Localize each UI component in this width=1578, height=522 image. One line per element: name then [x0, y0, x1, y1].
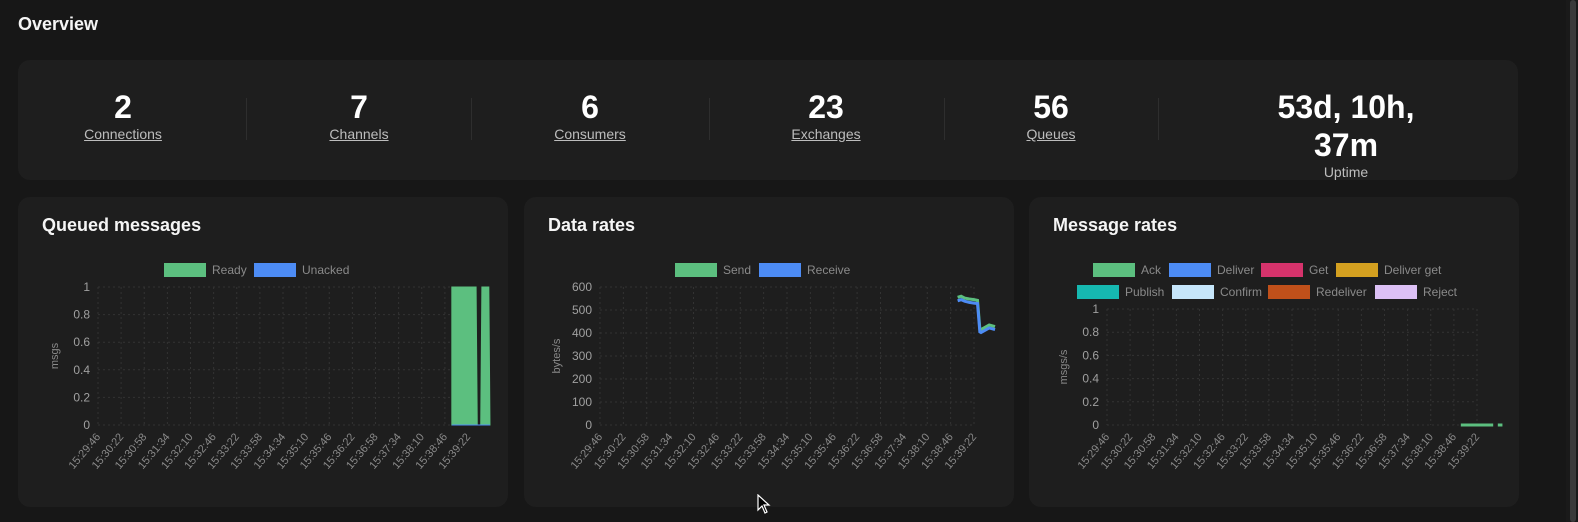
legend-label: Reject: [1423, 285, 1458, 299]
y-axis-label: bytes/s: [551, 338, 563, 373]
y-tick-label: 0.4: [1082, 372, 1099, 386]
y-tick-label: 200: [572, 372, 592, 386]
y-tick-label: 0.8: [73, 308, 90, 322]
y-tick-label: 0.2: [73, 390, 90, 404]
stat-uptime: 53d, 10h, 37m Uptime: [1260, 88, 1432, 180]
stats-card: 2 Connections 7 Channels 6 Consumers 23 …: [18, 60, 1518, 180]
legend-label: Deliver get: [1384, 263, 1442, 277]
stat-value: 56: [1033, 89, 1069, 125]
queued-messages-chart: Ready Unacked00.20.40.60.8115:29:4615:30:…: [49, 263, 491, 472]
scrollbar[interactable]: [1566, 0, 1578, 522]
divider: [1158, 98, 1159, 140]
legend-swatch: [1169, 263, 1211, 277]
stat-queues: 56 Queues: [1026, 88, 1075, 142]
stat-value: 2: [114, 89, 132, 125]
y-tick-label: 0.4: [73, 363, 90, 377]
y-tick-label: 0: [585, 418, 592, 432]
y-tick-label: 1: [83, 280, 90, 294]
y-tick-label: 0.2: [1082, 395, 1099, 409]
page-title: Overview: [18, 14, 99, 34]
stat-connections: 2 Connections: [84, 88, 162, 142]
legend-label: Confirm: [1220, 285, 1262, 299]
y-tick-label: 0: [1092, 418, 1099, 432]
y-tick-label: 0.6: [1082, 348, 1099, 362]
y-tick-label: 0.6: [73, 335, 90, 349]
legend-label: Send: [723, 263, 751, 277]
queues-link[interactable]: Queues: [1026, 126, 1075, 142]
legend-swatch: [1077, 285, 1119, 299]
legend-swatch: [1336, 263, 1378, 277]
y-tick-label: 500: [572, 303, 592, 317]
legend-swatch: [1172, 285, 1214, 299]
queued-messages-card: Queued messages Ready Unacked 0 0.2 0.4 0.6 0.…: [18, 197, 508, 507]
legend-swatch: [1261, 263, 1303, 277]
stat-consumers: 6 Consumers: [554, 88, 626, 142]
message-rates-card: Message rates Ack Deliver Get Deliver get Pu…: [1029, 197, 1519, 507]
legend-swatch: [164, 263, 206, 277]
legend-swatch: [254, 263, 296, 277]
data-rates-chart: Send Receive010020030040050060015:29:4615…: [551, 263, 996, 472]
legend-label: Get: [1309, 263, 1329, 277]
series-line: [957, 298, 996, 335]
legend-label: Publish: [1125, 285, 1164, 299]
divider: [944, 98, 945, 140]
stat-channels: 7 Channels: [329, 88, 388, 142]
uptime-label: Uptime: [1323, 164, 1369, 180]
y-tick-label: 1: [1092, 302, 1099, 316]
mouse-cursor-icon: [757, 494, 771, 514]
stat-value: 23: [808, 89, 844, 125]
connections-link[interactable]: Connections: [84, 126, 162, 142]
y-tick-label: 0: [83, 418, 90, 432]
stat-exchanges: 23 Exchanges: [791, 88, 860, 142]
consumers-link[interactable]: Consumers: [554, 126, 626, 142]
channels-link[interactable]: Channels: [329, 126, 388, 142]
y-tick-label: 100: [572, 395, 592, 409]
legend-label: Receive: [807, 263, 851, 277]
divider: [471, 98, 472, 140]
legend-label: Deliver: [1217, 263, 1254, 277]
stat-value: 7: [350, 89, 368, 125]
y-tick-label: 400: [572, 326, 592, 340]
stat-value: 53d, 10h, 37m: [1277, 89, 1415, 163]
divider: [709, 98, 710, 140]
legend-label: Ack: [1141, 263, 1162, 277]
scrollbar-thumb[interactable]: [1570, 0, 1576, 522]
y-axis-label: msgs: [49, 342, 61, 369]
legend-swatch: [1093, 263, 1135, 277]
legend-label: Redeliver: [1316, 285, 1367, 299]
message-rates-chart: Ack Deliver Get Deliver get Publish Confirm Re…: [1058, 263, 1503, 472]
legend-swatch: [759, 263, 801, 277]
exchanges-link[interactable]: Exchanges: [791, 126, 860, 142]
legend-swatch: [1375, 285, 1417, 299]
series-area: [451, 286, 491, 426]
legend-swatch: [1268, 285, 1310, 299]
divider: [246, 98, 247, 140]
legend-swatch: [675, 263, 717, 277]
data-rates-card: Data rates Send Receive 0 100 200 300 400 500 60…: [524, 197, 1014, 507]
legend-label: Ready: [212, 263, 247, 277]
legend-label: Unacked: [302, 263, 349, 277]
y-tick-label: 0.8: [1082, 325, 1099, 339]
y-axis-label: msgs/s: [1058, 349, 1070, 384]
y-tick-label: 300: [572, 349, 592, 363]
stat-value: 6: [581, 89, 599, 125]
y-tick-label: 600: [572, 280, 592, 294]
